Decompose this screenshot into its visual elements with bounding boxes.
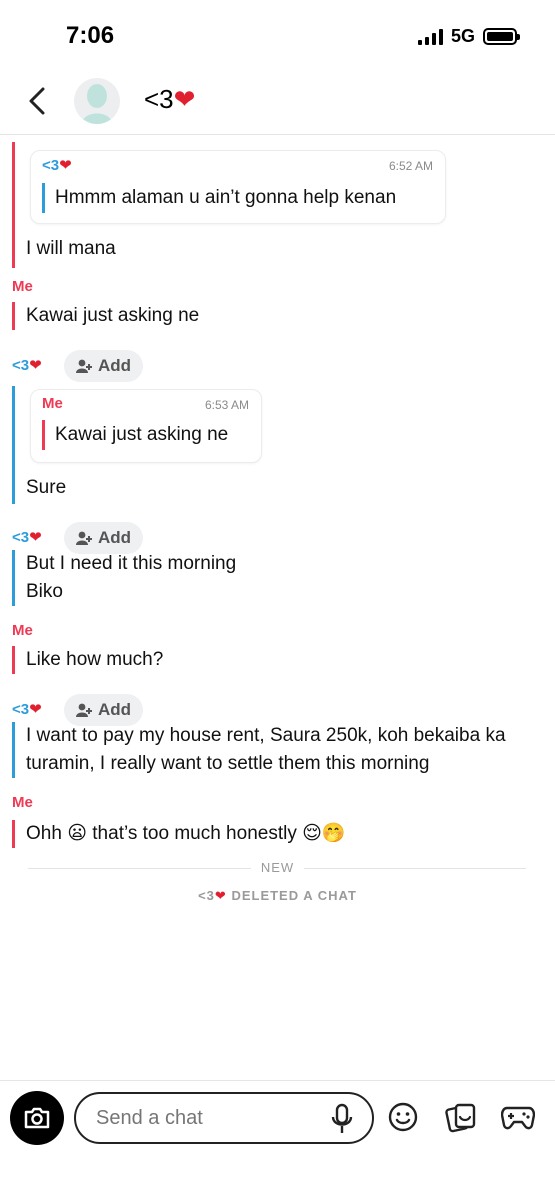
message-line: Biko xyxy=(26,581,63,602)
deleted-chat-notice: <3❤ DELETED A CHAT xyxy=(198,888,357,903)
chat-header: <3❤ xyxy=(0,70,555,135)
quoted-message[interactable]: Me 6:53 AM Kawai just asking ne xyxy=(30,389,262,463)
quoted-time: 6:52 AM xyxy=(388,159,433,173)
quoted-text: Kawai just asking ne xyxy=(42,420,228,450)
chevron-left-icon xyxy=(29,87,45,115)
chat-message[interactable]: I will mana xyxy=(12,235,116,263)
chat-message[interactable]: Sure xyxy=(12,474,66,502)
message-line: I want to pay my house rent, Saura 250k,… xyxy=(26,725,506,746)
add-label: Add xyxy=(98,700,132,719)
sender-label: <3❤ xyxy=(12,357,42,374)
camera-icon xyxy=(24,1107,50,1129)
quoted-sender: Me xyxy=(42,395,63,412)
network-label: 5G xyxy=(450,26,475,46)
chat-message[interactable]: But I need it this morning Biko xyxy=(12,550,236,606)
games-button[interactable] xyxy=(500,1099,536,1135)
quoted-time: 6:53 AM xyxy=(204,398,249,412)
smile-icon xyxy=(388,1102,418,1132)
sender-label: Me xyxy=(12,794,33,811)
chat-message[interactable]: Ohh 😦 that’s too much honestly 😌🤭 xyxy=(12,820,346,848)
microphone-button[interactable] xyxy=(330,1103,354,1140)
avatar[interactable] xyxy=(74,78,120,124)
quoted-sender: <3❤ xyxy=(42,157,72,174)
sender-label: <3❤ xyxy=(12,529,42,546)
chat-input[interactable] xyxy=(74,1092,374,1144)
status-time: 7:06 xyxy=(66,22,115,49)
sender-label: Me xyxy=(12,278,33,295)
chat-message[interactable]: I want to pay my house rent, Saura 250k,… xyxy=(12,722,542,778)
chat-title[interactable]: <3❤ xyxy=(144,84,195,115)
message-line: But I need it this morning xyxy=(26,553,237,574)
quoted-text: Hmmm alaman u ain’t gonna help kenan xyxy=(42,183,396,213)
chat-title-text: <3 xyxy=(144,84,174,114)
chat-composer xyxy=(0,1080,555,1200)
heart-icon: ❤ xyxy=(173,84,196,114)
status-indicators: 5G xyxy=(417,26,520,47)
sender-label: <3❤ xyxy=(12,701,42,718)
add-friend-button[interactable]: Add xyxy=(64,350,143,382)
back-button[interactable] xyxy=(22,84,52,118)
add-label: Add xyxy=(98,528,132,547)
new-label: NEW xyxy=(0,860,555,875)
battery-icon xyxy=(483,28,520,45)
add-friend-icon xyxy=(76,359,92,373)
message-line: turamin, I really want to settle them th… xyxy=(26,753,430,774)
game-controller-icon xyxy=(501,1106,535,1130)
add-label: Add xyxy=(98,356,132,375)
chat-message[interactable]: Kawai just asking ne xyxy=(12,302,199,330)
add-friend-icon xyxy=(76,531,92,545)
status-bar: 7:06 5G xyxy=(0,0,555,70)
add-friend-icon xyxy=(76,703,92,717)
chat-message[interactable]: Like how much? xyxy=(12,646,163,674)
bitmoji-avatar-icon xyxy=(82,84,112,124)
sender-label: Me xyxy=(12,622,33,639)
sticker-icon xyxy=(445,1103,476,1133)
quoted-message[interactable]: <3❤ 6:52 AM Hmmm alaman u ain’t gonna he… xyxy=(30,150,446,224)
signal-icon xyxy=(417,28,443,45)
camera-button[interactable] xyxy=(10,1091,64,1145)
emoji-button[interactable] xyxy=(385,1099,421,1135)
microphone-icon xyxy=(331,1103,353,1133)
stickers-button[interactable] xyxy=(443,1099,479,1135)
